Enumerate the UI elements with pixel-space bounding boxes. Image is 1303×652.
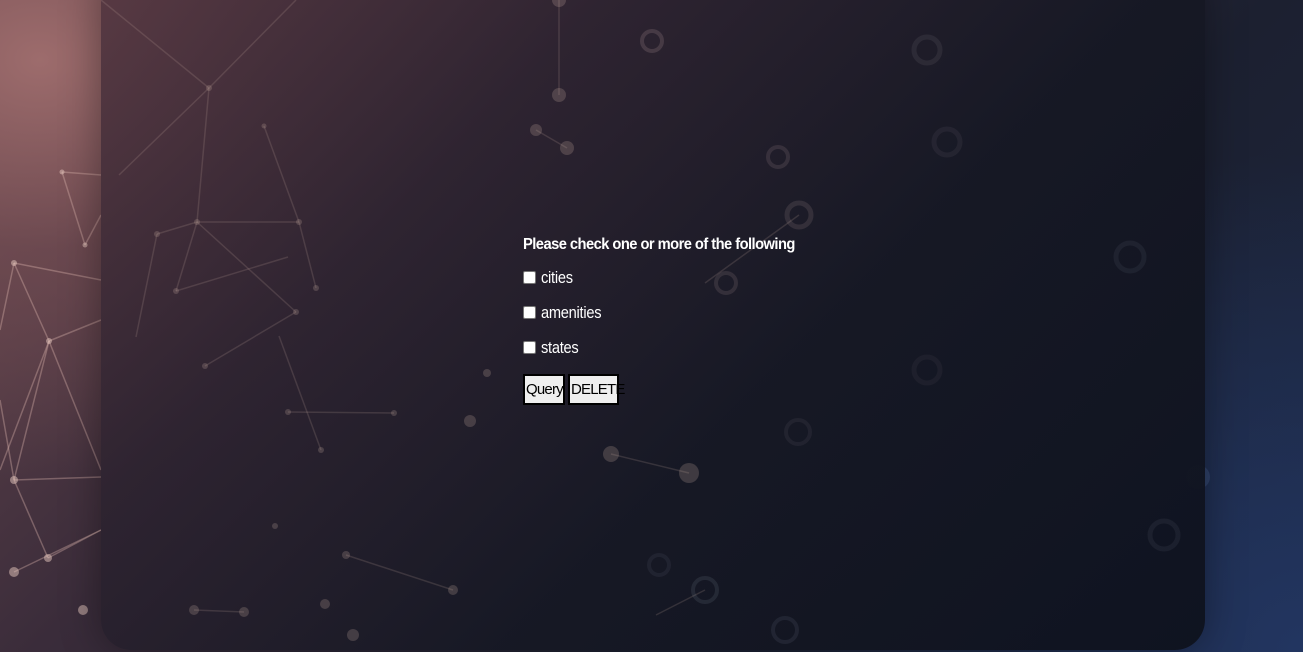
amenities-checkbox[interactable]: [523, 306, 536, 319]
query-form: Please check one or more of the followin…: [523, 236, 818, 405]
option-states[interactable]: states: [523, 330, 818, 365]
states-checkbox[interactable]: [523, 341, 536, 354]
delete-button[interactable]: DELETE: [568, 374, 625, 405]
option-label-amenities: amenities: [541, 302, 602, 322]
cities-checkbox[interactable]: [523, 271, 536, 284]
option-cities[interactable]: cities: [523, 260, 818, 295]
option-amenities[interactable]: amenities: [523, 295, 818, 330]
form-title: Please check one or more of the followin…: [523, 236, 795, 253]
option-label-states: states: [541, 337, 579, 357]
query-button[interactable]: Query: [523, 374, 565, 405]
button-row: Query DELETE: [523, 374, 818, 405]
option-label-cities: cities: [541, 267, 573, 287]
